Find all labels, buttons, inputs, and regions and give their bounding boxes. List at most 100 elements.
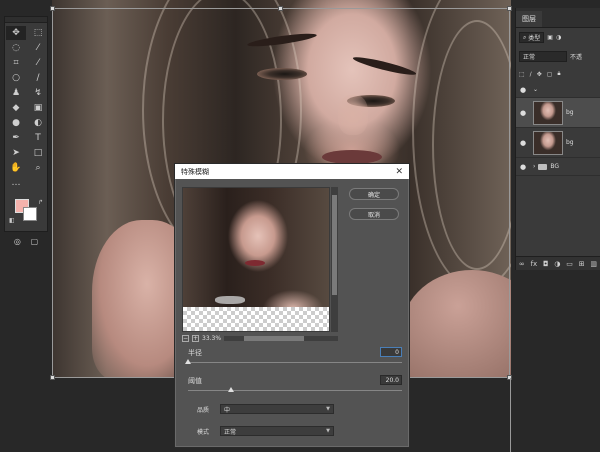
layer-filter-select[interactable]: ⌕ 类型 bbox=[519, 32, 545, 43]
threshold-input[interactable]: 20.0 bbox=[380, 375, 402, 385]
close-icon[interactable]: ✕ bbox=[395, 167, 403, 177]
hand-icon[interactable]: ✋ bbox=[6, 161, 26, 175]
threshold-slider-knob[interactable] bbox=[228, 387, 235, 392]
tab-layers[interactable]: 图层 bbox=[516, 11, 542, 27]
visibility-eye-icon[interactable]: ● bbox=[516, 139, 530, 147]
color-swatches: ↱ ◧ bbox=[5, 197, 47, 237]
chevron-down-icon[interactable]: ⌄ bbox=[533, 86, 538, 93]
pen-icon[interactable]: ✒ bbox=[6, 131, 26, 145]
transform-handle[interactable] bbox=[507, 6, 512, 11]
folder-icon[interactable]: ▭ bbox=[566, 260, 573, 268]
radius-input[interactable]: 0 bbox=[380, 347, 402, 357]
layer-name[interactable]: bg bbox=[566, 109, 574, 116]
marquee-icon[interactable]: ⬚ bbox=[28, 26, 48, 40]
chevron-down-icon: ▼ bbox=[326, 406, 330, 412]
mode-value: 正常 bbox=[224, 428, 237, 436]
default-colors-icon[interactable]: ◧ bbox=[9, 217, 15, 224]
lock-all-icon[interactable]: 🔒︎ bbox=[557, 70, 560, 78]
move-icon[interactable]: ✥ bbox=[6, 26, 26, 40]
screen-mode-icon[interactable]: ▢ bbox=[31, 237, 39, 246]
chevron-right-icon[interactable]: › bbox=[533, 163, 535, 170]
radius-slider-knob[interactable] bbox=[185, 359, 191, 364]
dodge-icon[interactable]: ◐ bbox=[28, 116, 48, 130]
visibility-eye-icon[interactable]: ● bbox=[516, 109, 530, 117]
background-color-swatch[interactable] bbox=[23, 207, 37, 221]
folder-icon bbox=[538, 163, 548, 170]
guide-line bbox=[510, 378, 511, 452]
layer-row[interactable]: ● bg bbox=[516, 128, 600, 158]
gradient-icon[interactable]: ▣ bbox=[28, 101, 48, 115]
filter-adjust-icon[interactable]: ◑ bbox=[556, 34, 561, 41]
blend-row: 正常 不透 bbox=[516, 47, 600, 66]
lips bbox=[322, 150, 382, 164]
radius-slider[interactable] bbox=[188, 362, 402, 363]
mask-icon[interactable]: ◘ bbox=[543, 260, 549, 268]
dialog-titlebar[interactable]: 特殊模糊 ✕ bbox=[175, 164, 409, 179]
layer-row[interactable]: ● bg bbox=[516, 98, 600, 128]
filter-preview[interactable] bbox=[182, 187, 330, 332]
preview-horizontal-scrollbar[interactable] bbox=[224, 335, 338, 341]
smart-blur-dialog: 特殊模糊 ✕ − + 33.3% 确定 取消 半径 0 阈值 20.0 品质 中… bbox=[174, 163, 410, 448]
crop-icon[interactable]: ⌗ bbox=[6, 56, 26, 70]
blend-mode-select[interactable]: 正常 bbox=[519, 51, 567, 62]
adjustment-icon[interactable]: ◑ bbox=[554, 260, 560, 268]
eyedropper-icon[interactable]: ⁄ bbox=[28, 56, 48, 70]
opacity-label: 不透 bbox=[570, 54, 583, 61]
chevron-down-icon: ▼ bbox=[326, 428, 330, 434]
transparency-checkerboard bbox=[183, 307, 329, 331]
nose bbox=[338, 95, 368, 135]
quick-mask-icon[interactable]: ◎ bbox=[14, 237, 21, 246]
scrollbar-thumb[interactable] bbox=[244, 335, 305, 341]
threshold-slider[interactable] bbox=[188, 390, 402, 391]
more-icon[interactable]: … bbox=[6, 176, 26, 190]
ellipse-icon[interactable]: ○ bbox=[6, 71, 26, 85]
trash-icon[interactable]: ▥ bbox=[590, 260, 597, 268]
swap-colors-icon[interactable]: ↱ bbox=[38, 199, 43, 206]
lock-brush-icon[interactable]: ∕ bbox=[530, 71, 532, 78]
eraser-icon[interactable]: ◆ bbox=[6, 101, 26, 115]
lasso-icon[interactable]: ◌ bbox=[6, 41, 26, 55]
tools-panel: ✥ ⬚ ◌ ⁄ ⌗ ⁄ ○ ∕ ♟ ↯ ◆ ▣ ● ◐ ✒ T ➤ □ ✋ ⌕ … bbox=[4, 16, 48, 246]
lock-transparent-icon[interactable]: ⬚ bbox=[519, 71, 525, 78]
ok-button[interactable]: 确定 bbox=[349, 188, 399, 200]
scrollbar-thumb[interactable] bbox=[332, 195, 337, 295]
group-name[interactable]: BG bbox=[550, 163, 559, 170]
lock-move-icon[interactable]: ✥ bbox=[537, 71, 542, 78]
lock-row: ⬚ ∕ ✥ ▢ 🔒︎ bbox=[516, 66, 600, 82]
blur-icon[interactable]: ● bbox=[6, 116, 26, 130]
history-brush-icon[interactable]: ↯ bbox=[28, 86, 48, 100]
visibility-eye-icon[interactable]: ● bbox=[516, 86, 530, 94]
type-icon[interactable]: T bbox=[28, 131, 48, 145]
filter-image-icon[interactable]: ▣ bbox=[547, 34, 553, 41]
rectangle-icon[interactable]: □ bbox=[28, 146, 48, 160]
dialog-title: 特殊模糊 bbox=[181, 167, 209, 176]
preview-vertical-scrollbar[interactable] bbox=[331, 187, 338, 332]
layer-name[interactable]: bg bbox=[566, 139, 574, 146]
layers-footer: ∞ fx ◘ ◑ ▭ ⊞ ▥ bbox=[516, 256, 600, 270]
zoom-in-button[interactable]: + bbox=[192, 334, 199, 342]
transform-handle[interactable] bbox=[50, 6, 55, 11]
zoom-icon[interactable]: ⌕ bbox=[28, 161, 48, 175]
layer-thumbnail bbox=[533, 100, 563, 125]
mode-label: 模式 bbox=[197, 429, 210, 436]
mode-select[interactable]: 正常 ▼ bbox=[220, 426, 334, 436]
layer-thumbnail bbox=[533, 130, 563, 155]
magic-wand-icon[interactable]: ⁄ bbox=[28, 41, 48, 55]
zoom-out-button[interactable]: − bbox=[182, 334, 189, 342]
stamp-icon[interactable]: ♟ bbox=[6, 86, 26, 100]
link-icon[interactable]: ∞ bbox=[519, 260, 525, 268]
group-header-row[interactable]: ● ⌄ bbox=[516, 82, 600, 98]
transform-handle[interactable] bbox=[278, 6, 283, 11]
preview-zoom-row: − + 33.3% bbox=[182, 334, 338, 342]
quality-select[interactable]: 中 ▼ bbox=[220, 404, 334, 414]
fx-button[interactable]: fx bbox=[531, 260, 538, 268]
layer-group-row[interactable]: ● › BG bbox=[516, 158, 600, 176]
path-select-icon[interactable]: ➤ bbox=[6, 146, 26, 160]
visibility-eye-icon[interactable]: ● bbox=[516, 163, 530, 171]
layers-tab-bar: 图层 bbox=[516, 8, 600, 28]
lock-artboard-icon[interactable]: ▢ bbox=[547, 71, 553, 78]
cancel-button[interactable]: 取消 bbox=[349, 208, 399, 220]
new-layer-icon[interactable]: ⊞ bbox=[579, 260, 585, 268]
transform-handle[interactable] bbox=[50, 375, 55, 380]
brush-icon[interactable]: ∕ bbox=[28, 71, 48, 85]
